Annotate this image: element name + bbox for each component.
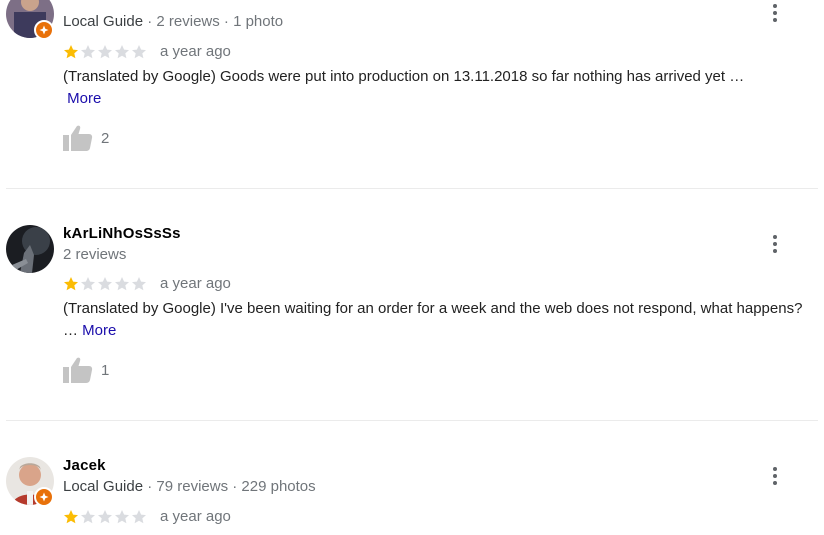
star-empty-icon — [132, 45, 146, 59]
more-vert-icon[interactable] — [767, 233, 783, 255]
reviewer-avatar[interactable] — [6, 225, 54, 273]
more-link[interactable]: More — [82, 322, 116, 339]
divider — [6, 188, 818, 189]
review-text: (Translated by Google) I've been waiting… — [63, 300, 803, 339]
review-text: (Translated by Google) Goods were put in… — [63, 68, 745, 107]
divider — [6, 420, 818, 421]
reviewer-stats: Local Guide · 2 reviews · 1 photo — [63, 13, 284, 30]
star-empty-icon — [132, 277, 146, 291]
review-time: a year ago — [160, 275, 231, 292]
star-empty-icon — [132, 510, 146, 524]
star-filled-icon — [64, 510, 78, 524]
star-filled-icon — [64, 277, 78, 291]
more-vert-icon[interactable] — [767, 465, 783, 487]
reviewer-name[interactable]: kArLiNhOsSsSs — [63, 225, 181, 242]
star-rating — [63, 44, 147, 60]
star-empty-icon — [81, 45, 95, 59]
star-empty-icon — [115, 45, 129, 59]
more-vert-icon[interactable] — [767, 2, 783, 24]
review-time: a year ago — [160, 508, 231, 525]
thumbs-up-icon — [63, 125, 93, 151]
like-button[interactable]: 1 — [63, 357, 109, 383]
local-guide-label[interactable]: Local Guide — [63, 478, 143, 495]
star-empty-icon — [81, 510, 95, 524]
star-empty-icon — [98, 277, 112, 291]
star-rating — [63, 276, 147, 292]
more-link[interactable]: More — [67, 90, 101, 107]
star-empty-icon — [98, 45, 112, 59]
star-rating — [63, 509, 147, 525]
like-count: 2 — [101, 129, 110, 147]
star-empty-icon — [115, 510, 129, 524]
like-count: 1 — [101, 361, 110, 379]
local-guide-badge-icon — [34, 20, 54, 40]
reviewer-stats: Local Guide · 79 reviews · 229 photos — [63, 478, 316, 495]
reviewer-name[interactable]: Jacek — [63, 457, 106, 474]
local-guide-label[interactable]: Local Guide — [63, 13, 143, 30]
review-time: a year ago — [160, 43, 231, 60]
reviewer-stats: 2 reviews — [63, 246, 127, 263]
local-guide-badge-icon — [34, 487, 54, 507]
star-filled-icon — [64, 45, 78, 59]
star-empty-icon — [98, 510, 112, 524]
like-button[interactable]: 2 — [63, 125, 109, 151]
thumbs-up-icon — [63, 357, 93, 383]
star-empty-icon — [115, 277, 129, 291]
star-empty-icon — [81, 277, 95, 291]
